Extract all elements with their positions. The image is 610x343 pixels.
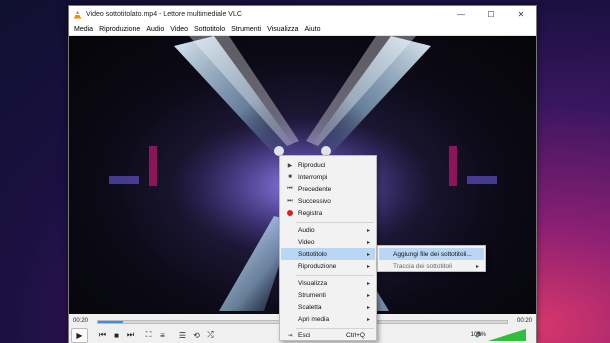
fullscreen-icon: ⛶: [145, 330, 152, 339]
loop-button[interactable]: ⟲: [189, 328, 204, 342]
shuffle-icon: ⤮: [207, 330, 214, 339]
vlc-cone-icon: [73, 10, 82, 19]
next-icon: ⏭: [287, 197, 293, 204]
ctx-item-riproduzione[interactable]: Riproduzione ▸: [281, 260, 375, 272]
title-bar: Video sottotitolato.mp4 - Lettore multim…: [69, 6, 536, 23]
ctx-item-successivo[interactable]: ⏭ Successivo: [281, 195, 375, 207]
ctx-item-interrompi[interactable]: ■ Interrompi: [281, 171, 375, 183]
previous-icon: ⏮: [287, 185, 293, 192]
shuffle-button[interactable]: ⤮: [203, 328, 218, 342]
menu-separator: [296, 275, 374, 276]
ctx-item-riproduci[interactable]: ▶ Riproduci: [281, 159, 375, 171]
shortcut-label: Ctrl+Q: [346, 331, 365, 339]
play-icon: ▶: [76, 331, 83, 340]
ctx-item-apri-media[interactable]: Apri media ▸: [281, 313, 375, 325]
exit-icon: ⇥: [287, 332, 293, 339]
menu-separator: [296, 222, 374, 223]
sliders-icon: ≡: [160, 330, 165, 340]
chevron-right-icon: ▸: [475, 263, 479, 270]
seek-progress: [98, 321, 123, 323]
menu-video[interactable]: Video: [167, 26, 191, 33]
chevron-right-icon: ▸: [366, 239, 370, 246]
playlist-button[interactable]: ☰: [175, 328, 190, 342]
chevron-right-icon: ▸: [366, 316, 370, 323]
total-time: 00:20: [516, 318, 532, 324]
volume-percent: 100%: [470, 332, 486, 338]
chevron-right-icon: ▸: [366, 304, 370, 311]
ctx-item-strumenti[interactable]: Strumenti ▸: [281, 289, 375, 301]
fullscreen-button[interactable]: ⛶: [141, 328, 156, 342]
menu-media[interactable]: Media: [71, 26, 96, 33]
previous-icon: ⏮: [98, 330, 107, 339]
context-menu: ▶ Riproduci ■ Interrompi ⏮ Precedente ⏭ Succ…: [279, 155, 377, 341]
previous-button[interactable]: ⏮: [95, 328, 110, 342]
ctx-item-visualizza[interactable]: Visualizza ▸: [281, 277, 375, 289]
chevron-right-icon: ▸: [366, 227, 370, 234]
menu-audio[interactable]: Audio: [143, 26, 167, 33]
playlist-icon: ☰: [178, 330, 187, 340]
ctx-item-video[interactable]: Video ▸: [281, 236, 375, 248]
extended-settings-button[interactable]: ≡: [155, 328, 170, 342]
ctx-item-audio[interactable]: Audio ▸: [281, 224, 375, 236]
stop-icon: ■: [288, 174, 292, 180]
minimize-button[interactable]: —: [446, 6, 476, 23]
record-icon: [285, 207, 295, 219]
menu-visualizza[interactable]: Visualizza: [264, 26, 301, 33]
chevron-right-icon: ▸: [366, 263, 370, 270]
ctx-item-scaletta[interactable]: Scaletta ▸: [281, 301, 375, 313]
play-icon: ▶: [287, 162, 293, 169]
subtitle-submenu: Aggiungi file dei sottotitoli... Traccia…: [377, 245, 486, 272]
volume-slider[interactable]: [488, 329, 526, 341]
play-button[interactable]: ▶: [71, 328, 88, 343]
next-button[interactable]: ⏭: [123, 328, 138, 342]
ctx-item-registra[interactable]: Registra: [281, 207, 375, 219]
stop-button[interactable]: ■: [109, 328, 124, 342]
menu-strumenti[interactable]: Strumenti: [228, 26, 264, 33]
menu-aiuto[interactable]: Aiuto: [302, 26, 324, 33]
ctx-item-sottotitolo[interactable]: Sottotitolo ▸: [281, 248, 375, 260]
stop-icon: ■: [114, 330, 119, 340]
elapsed-time: 00:20: [73, 318, 89, 324]
next-icon: ⏭: [126, 330, 135, 339]
close-button[interactable]: ✕: [506, 6, 536, 23]
menu-bar: Media Riproduzione Audio Video Sottotito…: [69, 23, 536, 36]
submenu-item-add-subtitle-file[interactable]: Aggiungi file dei sottotitoli...: [379, 248, 484, 260]
window-title: Video sottotitolato.mp4 - Lettore multim…: [86, 11, 242, 18]
loop-icon: ⟲: [193, 330, 200, 340]
menu-riproduzione[interactable]: Riproduzione: [96, 26, 143, 33]
chevron-right-icon: ▸: [366, 280, 370, 287]
menu-sottotitolo[interactable]: Sottotitolo: [191, 26, 228, 33]
ctx-item-precedente[interactable]: ⏮ Precedente: [281, 183, 375, 195]
chevron-right-icon: ▸: [366, 251, 370, 258]
submenu-item-subtitle-track[interactable]: Traccia dei sottotitoli ▸: [379, 260, 484, 272]
maximize-button[interactable]: ☐: [476, 6, 506, 23]
chevron-right-icon: ▸: [366, 292, 370, 299]
ctx-item-esci[interactable]: ⇥ Esci Ctrl+Q: [281, 329, 375, 341]
